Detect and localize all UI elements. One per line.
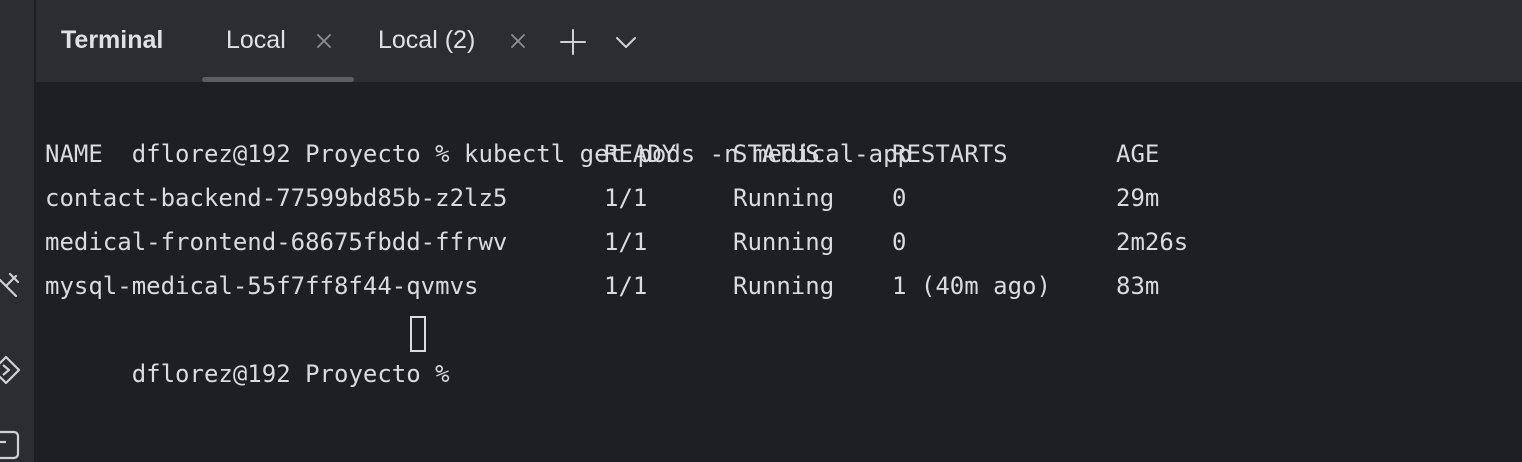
pod-age: 83m [1116,272,1160,300]
pod-status: Running [733,184,835,212]
pod-name: mysql-medical-55f7ff8f44-qvmvs [45,272,479,300]
chevron-down-icon[interactable] [612,28,640,56]
pod-age: 2m26s [1116,228,1189,256]
plus-icon[interactable] [559,28,587,56]
tab-label: Local [226,26,286,54]
close-icon[interactable] [315,32,333,50]
close-icon[interactable] [509,32,527,50]
terminal-output[interactable]: dflorez@192 Proyecto % kubectl get pods … [45,88,1505,458]
header-name: NAME [45,140,103,168]
command-line: dflorez@192 Proyecto % kubectl get pods … [45,88,912,168]
pod-restarts: 1 (40m ago) [892,272,1051,300]
pod-status: Running [733,228,835,256]
text-cursor [410,316,426,352]
active-tab-indicator [202,77,354,82]
terminal-tool-icon[interactable] [0,428,22,460]
pod-ready: 1/1 [604,272,648,300]
table-row: mysql-medical-55f7ff8f44-qvmvs 1/1 Runni… [45,264,1445,308]
pod-name: contact-backend-77599bd85b-z2lz5 [45,184,508,212]
pod-restarts: 0 [892,228,907,256]
pod-status: Running [733,272,835,300]
pod-restarts: 0 [892,184,907,212]
table-row: medical-frontend-68675fbdd-ffrwv 1/1 Run… [45,220,1445,264]
build-icon[interactable] [0,270,22,302]
header-status: STATUS [733,140,820,168]
left-tool-strip [0,0,35,462]
terminal-tool-window: Terminal Local Local (2) dflorez@192 Pro… [0,0,1522,462]
tab-local[interactable]: Local [226,26,346,62]
services-icon[interactable] [0,354,22,386]
tab-local-2[interactable]: Local (2) [378,26,548,62]
pod-name: medical-frontend-68675fbdd-ffrwv [45,228,508,256]
input-line[interactable]: dflorez@192 Proyecto % [45,308,645,388]
output-header-row: NAME READY STATUS RESTARTS AGE [45,132,1445,176]
pod-ready: 1/1 [604,184,648,212]
prompt: dflorez@192 Proyecto % [131,360,465,388]
header-ready: READY [604,140,677,168]
header-restarts: RESTARTS [892,140,1008,168]
pod-age: 29m [1116,184,1160,212]
table-row: contact-backend-77599bd85b-z2lz5 1/1 Run… [45,176,1445,220]
tab-label: Local (2) [378,26,476,54]
pod-ready: 1/1 [604,228,648,256]
header-age: AGE [1116,140,1160,168]
terminal-header: Terminal Local Local (2) [36,0,1522,83]
panel-title: Terminal [61,26,164,54]
